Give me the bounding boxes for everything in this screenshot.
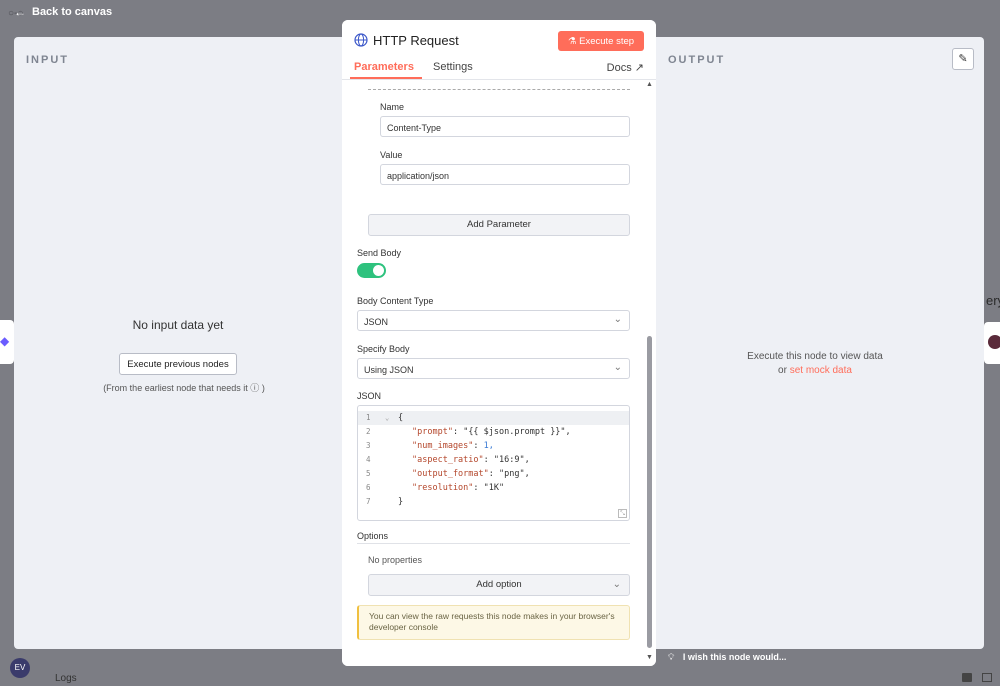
add-option-select[interactable]: Add option ⌄ — [368, 574, 630, 596]
code-line: 5 "output_format": "png", — [366, 469, 530, 479]
specify-body-label: Specify Body — [357, 344, 410, 354]
scroll-thumb[interactable] — [647, 336, 652, 648]
send-body-label: Send Body — [357, 248, 402, 258]
options-divider — [357, 543, 630, 544]
parameters-body: Name Content-Type Value application/json… — [342, 80, 656, 666]
code-line: 4 "aspect_ratio": "16:9", — [366, 455, 530, 465]
output-message-line: Execute this node to view data — [747, 351, 883, 362]
back-to-canvas-link[interactable]: ← Back to canvas — [14, 5, 112, 19]
edit-output-button[interactable]: ✎ — [952, 48, 974, 70]
output-message-or: or — [778, 365, 787, 376]
execute-step-button[interactable]: ⚗ Execute step — [558, 31, 644, 51]
feedback-link[interactable]: 💡︎ I wish this node would... — [668, 652, 786, 663]
globe-icon — [354, 33, 368, 47]
external-link-icon: ↗ — [634, 62, 644, 74]
node-title[interactable]: HTTP Request — [373, 33, 459, 48]
output-panel: OUTPUT ✎ Execute this node to view data … — [646, 37, 984, 649]
background-node-text: ery — [986, 293, 1000, 308]
toggle-knob — [373, 265, 384, 276]
back-label: Back to canvas — [32, 6, 113, 18]
chevron-down-icon: ⌄ — [613, 314, 622, 325]
code-line: 7 } — [366, 497, 404, 507]
send-body-toggle[interactable] — [357, 263, 386, 278]
docs-link[interactable]: Docs ↗ — [607, 61, 644, 74]
node-header: HTTP Request ⚗ Execute step Parameters S… — [342, 20, 656, 80]
add-parameter-button[interactable]: Add Parameter — [368, 214, 630, 236]
earliest-node-hint-text: (From the earliest node that needs it — [103, 383, 248, 393]
flask-icon: ⚗ — [567, 35, 577, 47]
output-empty-message: Execute this node to view data or set mo… — [646, 350, 984, 378]
docs-label: Docs — [606, 62, 632, 74]
tab-parameters[interactable]: Parameters — [354, 61, 414, 73]
execute-step-label: Execute step — [579, 35, 635, 47]
options-label: Options — [357, 531, 389, 541]
no-properties-text: No properties — [368, 555, 423, 565]
panel-icon[interactable] — [962, 673, 972, 682]
right-node-handle[interactable] — [984, 322, 1000, 364]
bottom-bar: EV Logs 💡︎ I wish this node would... — [0, 652, 1000, 686]
chevron-down-icon: ⌄ — [612, 579, 621, 590]
pencil-icon: ✎ — [958, 53, 968, 65]
expand-editor-icon[interactable]: ⤡ — [618, 509, 627, 518]
dashed-divider — [368, 89, 630, 90]
developer-console-notice: You can view the raw requests this node … — [357, 605, 630, 640]
node-diamond-icon: ◆ — [0, 334, 10, 348]
arrow-left-icon: ← — [14, 5, 26, 19]
input-panel-title: INPUT — [26, 54, 69, 66]
specify-body-select[interactable]: Using JSON ⌄ — [357, 358, 630, 379]
code-line: 6 "resolution": "1K" — [366, 483, 505, 493]
set-mock-data-link[interactable]: set mock data — [790, 365, 852, 376]
output-panel-title: OUTPUT — [668, 54, 726, 66]
wish-label: I wish this node would... — [682, 652, 787, 662]
specify-body-value: Using JSON — [364, 365, 414, 375]
json-label: JSON — [357, 391, 382, 401]
input-panel: INPUT No input data yet Execute previous… — [14, 37, 354, 649]
node-details-modal: HTTP Request ⚗ Execute step Parameters S… — [342, 20, 656, 666]
json-editor[interactable]: 1 ⌄ { 2 "prompt": "{{ $json.prompt }}", … — [357, 405, 630, 521]
no-input-message: No input data yet — [132, 318, 224, 332]
code-line: 3 "num_images": 1, — [366, 441, 494, 451]
scroll-up-arrow-icon[interactable]: ▲ — [646, 81, 653, 88]
active-tab-indicator — [350, 77, 422, 79]
earliest-node-hint-suffix: ) — [261, 383, 265, 393]
lightbulb-icon: 💡︎ — [668, 652, 675, 662]
body-content-type-select[interactable]: JSON ⌄ — [357, 310, 630, 331]
info-icon[interactable]: ⓘ — [250, 383, 259, 393]
left-node-handle[interactable]: ◆ — [0, 320, 14, 364]
fold-chevron-icon[interactable]: ⌄ — [385, 411, 389, 425]
scrollbar[interactable]: ▲ ▼ — [645, 80, 654, 666]
header-value-label: Value — [380, 150, 403, 160]
code-line: 1 ⌄ { — [358, 411, 629, 425]
earliest-node-hint: (From the earliest node that needs it ⓘ … — [14, 381, 354, 394]
maximize-icon[interactable] — [982, 673, 992, 682]
header-name-input[interactable]: Content-Type — [380, 116, 630, 137]
code-line: 2 "prompt": "{{ $json.prompt }}", — [366, 427, 571, 437]
logs-tab[interactable]: Logs — [55, 673, 77, 684]
body-content-type-label: Body Content Type — [357, 296, 434, 306]
tab-settings[interactable]: Settings — [433, 61, 473, 73]
node-circle-icon — [988, 335, 1000, 349]
execute-previous-nodes-button[interactable]: Execute previous nodes — [119, 353, 237, 375]
header-value-input[interactable]: application/json — [380, 164, 630, 185]
chevron-down-icon: ⌄ — [613, 362, 622, 373]
body-content-type-value: JSON — [364, 317, 389, 327]
header-name-label: Name — [380, 102, 405, 112]
avatar[interactable]: EV — [10, 658, 30, 678]
add-option-label: Add option — [476, 579, 522, 590]
